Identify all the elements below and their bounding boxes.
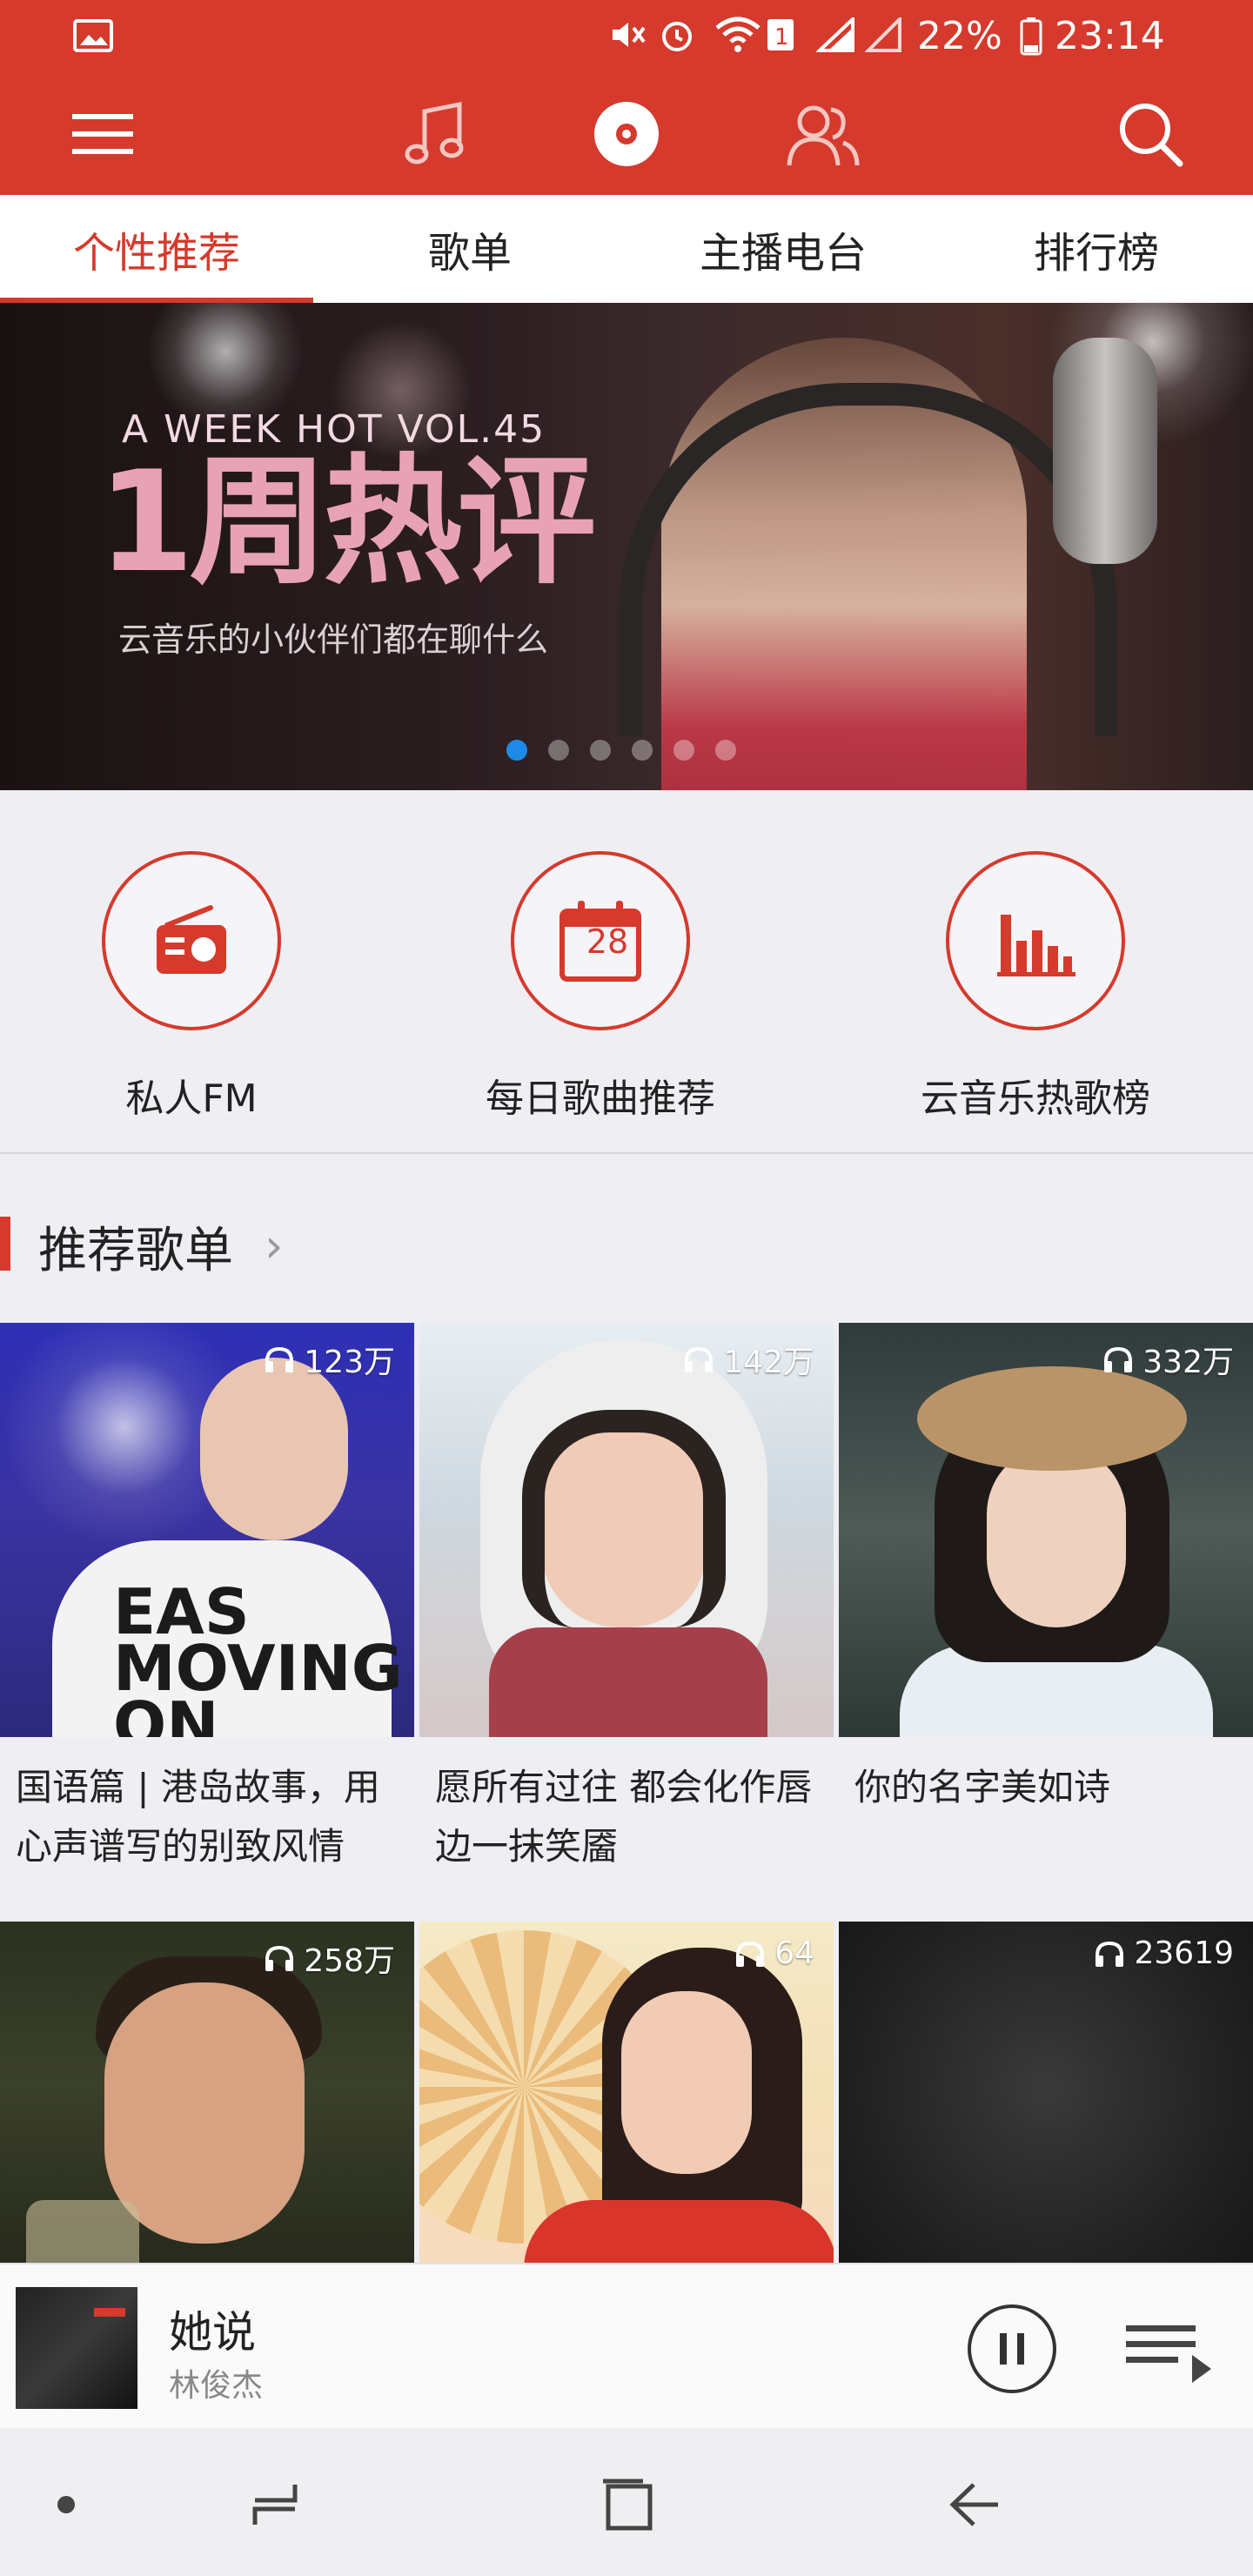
carousel-dot[interactable] [506,740,527,761]
tab-bar: 个性推荐 歌单 主播电台 排行榜 [0,195,1253,304]
mini-player[interactable]: 她说 林俊杰 [0,2263,1253,2430]
cover-hat [917,1366,1187,1471]
playlist-title: 国语篇 | 港岛故事，用心声谱写的别致风情 [16,1766,380,1868]
tab-recommend[interactable]: 个性推荐 [0,195,313,303]
cover-head [200,1358,348,1540]
gallery-icon [73,19,113,56]
playlist-card[interactable]: 332万 你的名字美如诗 [839,1323,1253,1817]
cover-face [987,1445,1126,1627]
play-count: 23619 [1094,1935,1234,1971]
system-nav-bar [0,2428,1253,2576]
tab-charts[interactable]: 排行榜 [940,195,1253,303]
headphones-icon [685,1346,714,1372]
tab-playlists[interactable]: 歌单 [313,195,626,303]
back-icon[interactable] [940,2470,1009,2539]
home-icon[interactable] [592,2470,661,2539]
song-title: 她说 [169,2307,256,2358]
album-cover[interactable] [16,2287,137,2409]
nav-dot-icon[interactable] [31,2470,101,2539]
artist-name: 林俊杰 [169,2368,264,2404]
signal-icon [814,15,856,56]
playlist-card[interactable]: 142万 愿所有过往 都会化作唇边一抹笑靥 [419,1323,834,1876]
radio-ring [102,851,281,1030]
chart-bars-icon [997,915,1075,976]
quick-actions: 私人FM 每日歌曲推荐 28 云音乐热歌榜 [0,790,1253,1154]
menu-icon[interactable] [61,92,144,176]
cover-face [104,1982,305,2244]
banner-headline: 1周热评 [97,440,596,603]
quick-action-hot-chart[interactable]: 云音乐热歌榜 [896,851,1175,1123]
headphones-icon [1104,1346,1133,1372]
signal2-icon [864,15,903,56]
cover-sweater [489,1627,767,1737]
banner-microphone-image [1053,338,1157,564]
banner-subtitle: 云音乐的小伙伴们都在聊什么 [118,621,549,659]
quick-action-daily-recommend[interactable]: 每日歌曲推荐 [461,851,740,1123]
music-note-icon[interactable] [393,92,477,176]
mute-icon [609,17,646,56]
playlist-cover: 142万 [419,1323,834,1737]
play-count: 123万 [264,1337,395,1382]
play-count: 332万 [1102,1337,1234,1382]
cover-hair [522,1410,726,1627]
cover-face [621,1991,752,2174]
queue-icon [1126,2325,1211,2383]
carousel-dot[interactable] [673,740,694,761]
pause-icon [1000,2333,1024,2365]
playlist-title: 你的名字美如诗 [854,1766,1111,1808]
carousel-dot[interactable] [632,740,653,761]
tab-radio[interactable]: 主播电台 [626,195,940,303]
playlist-cover: 332万 [839,1323,1253,1737]
playlist-title: 愿所有过往 都会化作唇边一抹笑靥 [435,1766,813,1868]
play-count: 64 [734,1935,814,1971]
banner-carousel[interactable]: A WEEK HOT VOL.45 1周热评 云音乐的小伙伴们都在聊什么 [0,303,1253,790]
friends-icon[interactable] [780,92,863,176]
app-bar [0,70,1253,195]
status-bar: 1 22% 23:14 [0,0,1253,70]
play-count: 142万 [683,1337,814,1382]
quick-action-private-fm[interactable]: 私人FM [52,851,331,1123]
carousel-dot[interactable] [590,740,611,761]
carousel-dot[interactable] [548,740,569,761]
wifi-icon [714,16,762,57]
chart-ring [946,851,1125,1030]
svg-text:1: 1 [774,24,789,50]
sim1-icon: 1 [766,17,795,56]
section-title: 推荐歌单 [38,1223,233,1279]
section-accent-bar [0,1217,10,1271]
clock: 23:14 [1055,14,1165,58]
playlist-queue-button[interactable] [1126,2317,1213,2386]
calendar-day-number: 28 [586,922,629,961]
play-count: 258万 [264,1935,395,1981]
recent-apps-icon[interactable] [240,2470,310,2539]
recommended-playlists-header[interactable]: 推荐歌单 › [0,1154,1253,1319]
carousel-dots [506,740,736,761]
carousel-dot[interactable] [715,740,736,761]
headphones-icon [265,1346,294,1372]
cover-art-text: EAS MOVING ON [113,1575,403,1737]
search-icon[interactable] [1109,92,1192,176]
battery-icon [1020,17,1042,59]
radio-icon [157,905,226,974]
chevron-right-icon: › [265,1218,284,1273]
playlist-card[interactable]: EAS MOVING ON 123万 国语篇 | 港岛故事，用心声谱写的别致风情 [0,1323,414,1876]
headphones-icon [736,1941,765,1967]
pause-button[interactable] [968,2304,1056,2393]
alarm-icon [658,16,696,57]
headphones-icon [265,1945,294,1971]
headphones-icon [1096,1941,1124,1967]
playlist-cover: EAS MOVING ON 123万 [0,1323,414,1737]
battery-percentage: 22% [917,14,1002,58]
disc-icon[interactable] [585,92,668,176]
